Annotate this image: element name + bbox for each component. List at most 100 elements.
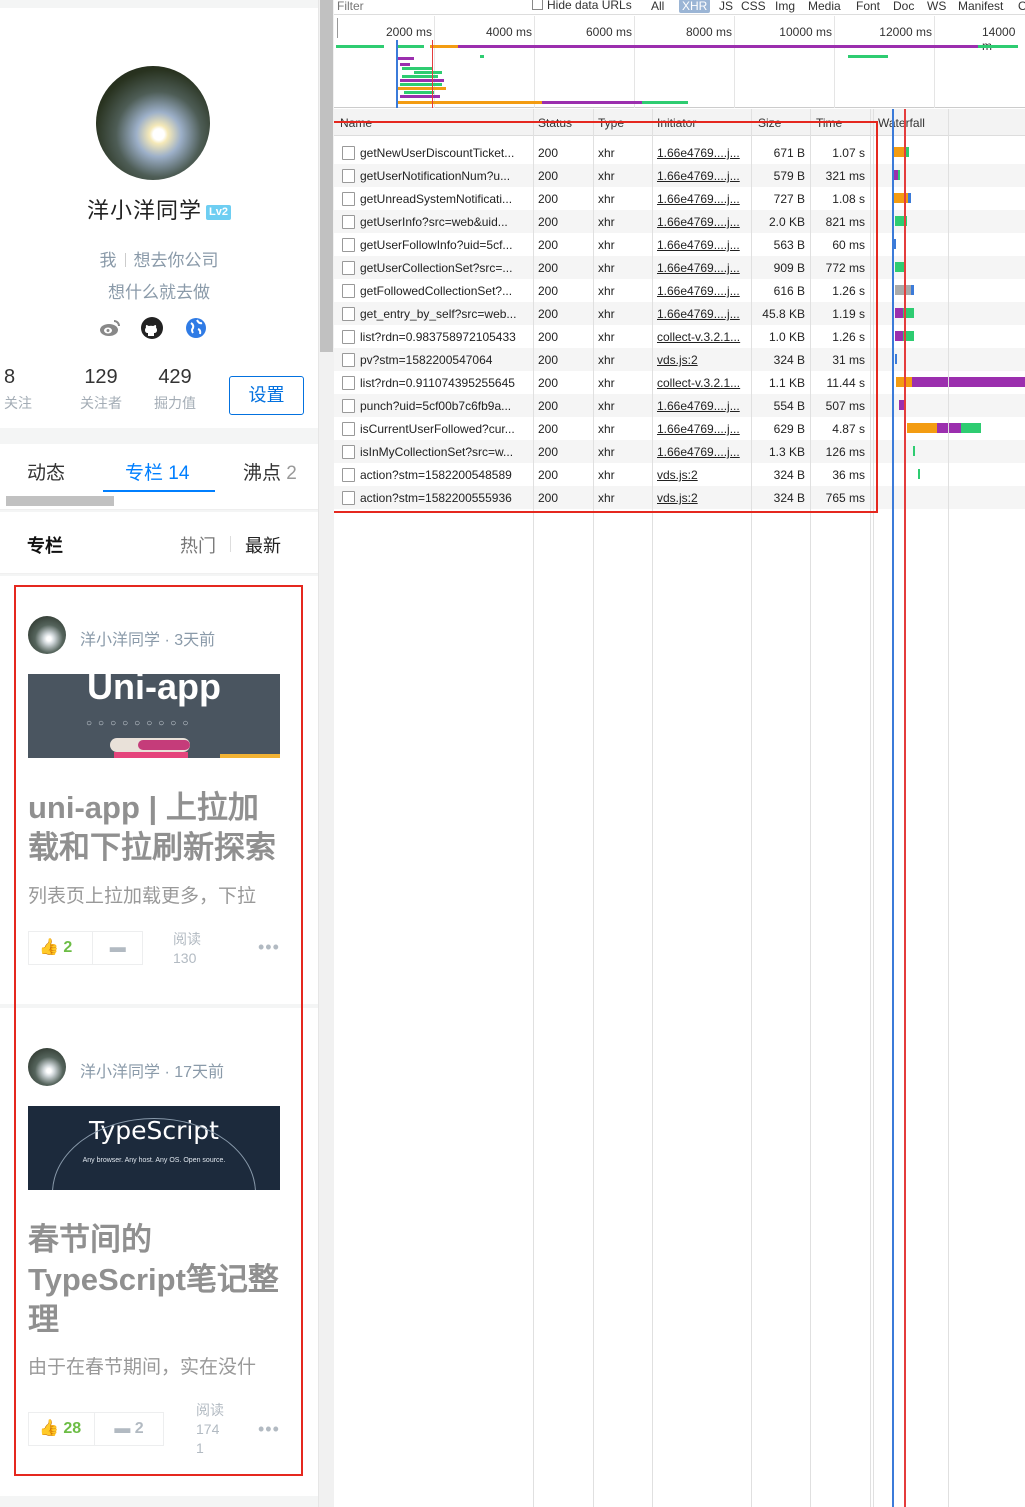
request-name[interactable]: get_entry_by_self?src=web...	[360, 307, 530, 321]
request-initiator-link[interactable]: 1.66e4769....j...	[657, 238, 745, 252]
request-row[interactable]: pv?stm=1582200547064 200 xhr vds.js:2 324 B 3…	[334, 348, 1025, 371]
column-waterfall-header[interactable]: Waterfall	[878, 116, 925, 130]
filter-type-css[interactable]: CSS	[741, 0, 766, 13]
request-initiator-link[interactable]: collect-v.3.2.1...	[657, 330, 745, 344]
request-name[interactable]: punch?uid=5cf00b7c6fb9a...	[360, 399, 530, 413]
like-button[interactable]: 👍 28	[29, 1413, 94, 1445]
request-initiator-link[interactable]: 1.66e4769....j...	[657, 146, 745, 160]
request-row[interactable]: isCurrentUserFollowed?cur... 200 xhr 1.66e4…	[334, 417, 1025, 440]
request-row[interactable]: list?rdn=0.911074395255645 200 xhr collect-…	[334, 371, 1025, 394]
filter-input[interactable]	[337, 0, 517, 14]
request-name[interactable]: isInMyCollectionSet?src=w...	[360, 445, 530, 459]
comment-button[interactable]: ▬	[92, 932, 142, 964]
request-name[interactable]: getUserInfo?src=web&uid...	[360, 215, 530, 229]
request-row[interactable]: getUnreadSystemNotificati... 200 xhr 1.66e4…	[334, 187, 1025, 210]
more-options-icon[interactable]: •••	[258, 1419, 280, 1440]
column-name-header[interactable]: Name	[340, 116, 372, 130]
request-name[interactable]: getUserNotificationNum?u...	[360, 169, 530, 183]
request-row[interactable]: isInMyCollectionSet?src=w... 200 xhr 1.66e4…	[334, 440, 1025, 463]
request-row[interactable]: getFollowedCollectionSet?... 200 xhr 1.66e4…	[334, 279, 1025, 302]
request-row[interactable]: getUserFollowInfo?uid=5cf... 200 xhr 1.66e4…	[334, 233, 1025, 256]
article-title[interactable]: uni-app | 上拉加载和下拉刷新探索	[28, 788, 288, 868]
request-row[interactable]: action?stm=1582200548589 200 xhr vds.js:2 32…	[334, 463, 1025, 486]
request-initiator-link[interactable]: collect-v.3.2.1...	[657, 376, 745, 390]
column-initiator-header[interactable]: Initiator	[657, 116, 696, 130]
request-initiator-link[interactable]: 1.66e4769....j...	[657, 215, 745, 229]
stat-following[interactable]: 8 关注	[0, 366, 38, 413]
filter-type-media[interactable]: Media	[808, 0, 841, 13]
request-name[interactable]: action?stm=1582200548589	[360, 468, 530, 482]
request-name[interactable]: getUserFollowInfo?uid=5cf...	[360, 238, 530, 252]
tab-activity[interactable]: 动态	[27, 458, 65, 485]
like-button[interactable]: 👍 2	[29, 932, 92, 964]
avatar[interactable]	[96, 66, 210, 180]
filter-type-all[interactable]: All	[651, 0, 664, 13]
sort-newest-link[interactable]: 最新	[245, 532, 281, 558]
filter-type-xhr[interactable]: XHR	[679, 0, 711, 13]
article-title[interactable]: 春节间的TypeScript笔记整理	[28, 1220, 288, 1340]
article-cover[interactable]: TypeScript Any browser. Any host. Any OS…	[28, 1106, 280, 1190]
column-size-header[interactable]: Size	[758, 116, 781, 130]
request-initiator-link[interactable]: 1.66e4769....j...	[657, 307, 745, 321]
tab-pins[interactable]: 沸点 2	[243, 458, 297, 485]
request-name[interactable]: list?rdn=0.983758972105433	[360, 330, 530, 344]
request-initiator-link[interactable]: vds.js:2	[657, 491, 745, 505]
request-name[interactable]: getUnreadSystemNotificati...	[360, 192, 530, 206]
hide-data-urls-checkbox[interactable]: Hide data URLs	[532, 0, 632, 12]
comment-button[interactable]: ▬ 2	[94, 1413, 163, 1445]
horizontal-scrollbar-thumb[interactable]	[6, 496, 114, 506]
request-initiator-link[interactable]: 1.66e4769....j...	[657, 422, 745, 436]
author-avatar[interactable]	[28, 1048, 66, 1086]
filter-type-js[interactable]: JS	[719, 0, 733, 13]
request-name[interactable]: isCurrentUserFollowed?cur...	[360, 422, 530, 436]
settings-button[interactable]: 设置	[229, 376, 304, 415]
column-type-header[interactable]: Type	[598, 116, 624, 130]
article-cover[interactable]: Uni-app ○○○○○○○○○	[28, 674, 280, 758]
request-initiator-link[interactable]: 1.66e4769....j...	[657, 261, 745, 275]
author-name[interactable]: 洋小洋同学	[80, 1064, 160, 1081]
article-card[interactable]: 洋小洋同学 · 17天前 TypeScript Any browser. Any…	[0, 1008, 318, 1496]
tab-columns[interactable]: 专栏 14	[125, 458, 189, 485]
request-name[interactable]: getFollowedCollectionSet?...	[360, 284, 530, 298]
request-initiator-link[interactable]: 1.66e4769....j...	[657, 284, 745, 298]
filter-type-font[interactable]: Font	[856, 0, 880, 13]
request-initiator-link[interactable]: vds.js:2	[657, 353, 745, 367]
request-row[interactable]: punch?uid=5cf00b7c6fb9a... 200 xhr 1.66e476…	[334, 394, 1025, 417]
request-initiator-link[interactable]: 1.66e4769....j...	[657, 445, 745, 459]
more-options-icon[interactable]: •••	[258, 937, 280, 958]
weibo-icon[interactable]	[98, 316, 122, 340]
request-name[interactable]: action?stm=1582200555936	[360, 491, 530, 505]
scrollbar-thumb[interactable]	[320, 0, 333, 352]
request-row[interactable]: getUserNotificationNum?u... 200 xhr 1.66e47…	[334, 164, 1025, 187]
filter-type-ws[interactable]: WS	[927, 0, 946, 13]
author-avatar[interactable]	[28, 616, 66, 654]
filter-type-manifest[interactable]: Manifest	[958, 0, 1003, 13]
sort-hot-link[interactable]: 热门	[180, 532, 216, 558]
timeline-overview[interactable]: 2000 ms 4000 ms 6000 ms 8000 ms 10000 ms…	[334, 16, 1025, 108]
stat-followers[interactable]: 129 关注者	[72, 366, 130, 413]
article-card[interactable]: 洋小洋同学 · 3天前 Uni-app ○○○○○○○○○ uni-app | …	[0, 576, 318, 1004]
globe-icon[interactable]	[184, 316, 208, 340]
request-name[interactable]: getUserCollectionSet?src=...	[360, 261, 530, 275]
filter-type-img[interactable]: Img	[775, 0, 795, 13]
request-row[interactable]: getNewUserDiscountTicket... 200 xhr 1.66e47…	[334, 141, 1025, 164]
request-initiator-link[interactable]: 1.66e4769....j...	[657, 399, 745, 413]
request-initiator-link[interactable]: 1.66e4769....j...	[657, 169, 745, 183]
filter-type-other[interactable]: O	[1018, 0, 1025, 13]
column-time-header[interactable]: Time	[816, 116, 842, 130]
github-icon[interactable]	[140, 316, 164, 340]
vertical-scrollbar[interactable]	[318, 0, 334, 1507]
request-row[interactable]: getUserCollectionSet?src=... 200 xhr 1.66e4…	[334, 256, 1025, 279]
filter-type-doc[interactable]: Doc	[893, 0, 914, 13]
request-name[interactable]: list?rdn=0.911074395255645	[360, 376, 530, 390]
request-initiator-link[interactable]: 1.66e4769....j...	[657, 192, 745, 206]
request-row[interactable]: action?stm=1582200555936 200 xhr vds.js:2 32…	[334, 486, 1025, 509]
request-initiator-link[interactable]: vds.js:2	[657, 468, 745, 482]
column-status-header[interactable]: Status	[538, 116, 572, 130]
request-row[interactable]: list?rdn=0.983758972105433 200 xhr collect-…	[334, 325, 1025, 348]
request-row[interactable]: get_entry_by_self?src=web... 200 xhr 1.66e4…	[334, 302, 1025, 325]
request-name[interactable]: getNewUserDiscountTicket...	[360, 146, 530, 160]
author-name[interactable]: 洋小洋同学	[80, 632, 160, 649]
request-name[interactable]: pv?stm=1582200547064	[360, 353, 530, 367]
request-row[interactable]: getUserInfo?src=web&uid... 200 xhr 1.66e476…	[334, 210, 1025, 233]
